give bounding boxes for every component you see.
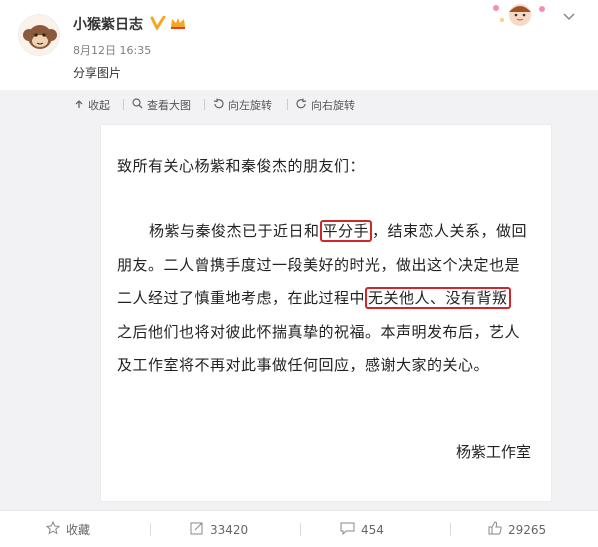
magnifier-icon bbox=[132, 98, 143, 112]
chevron-down-icon[interactable] bbox=[563, 10, 575, 24]
post-header: 小猴紫日志 8月12日 16:35 分享图片 bbox=[0, 0, 598, 90]
statement-text: ，结束恋人关系，做回 bbox=[372, 222, 528, 240]
post-actions: 收藏 33420 454 29265 bbox=[0, 510, 598, 547]
monkey-avatar-icon bbox=[23, 25, 57, 49]
like-button[interactable]: 29265 bbox=[488, 521, 546, 538]
statement-body: 杨紫与秦俊杰已于近日和 平分手 ，结束恋人关系，做回 朋友。二人曾携手度过一段美好的… bbox=[117, 215, 537, 383]
footer-divider bbox=[150, 523, 151, 536]
rotate-right-icon bbox=[296, 98, 307, 112]
star-icon bbox=[45, 520, 61, 538]
post-time[interactable]: 8月12日 16:35 bbox=[73, 42, 151, 58]
decoration-sticker-icon bbox=[490, 0, 550, 30]
user-name[interactable]: 小猴紫日志 bbox=[73, 14, 143, 34]
like-count: 29265 bbox=[508, 522, 547, 537]
media-viewer: 收起 查看大图 向左旋转 向右旋转 致所有关心杨紫和秦俊杰的朋友们： 杨紫与秦俊… bbox=[0, 90, 598, 510]
view-large-label: 查看大图 bbox=[147, 99, 191, 112]
collapse-label: 收起 bbox=[88, 99, 110, 112]
view-large-button[interactable]: 查看大图 bbox=[132, 97, 191, 113]
toolbar-divider bbox=[287, 99, 288, 110]
repost-count: 33420 bbox=[210, 522, 249, 537]
comment-count: 454 bbox=[361, 522, 384, 537]
statement-text: 二人经过了慎重地考虑，在此过程中 bbox=[117, 289, 366, 308]
thumbs-up-icon bbox=[488, 521, 502, 538]
favorite-label: 收藏 bbox=[66, 523, 91, 537]
comment-button[interactable]: 454 bbox=[340, 521, 384, 538]
rotate-right-button[interactable]: 向右旋转 bbox=[296, 97, 355, 113]
rotate-right-label: 向右旋转 bbox=[311, 99, 355, 112]
highlight-box: 平分手 bbox=[319, 220, 373, 242]
statement-image[interactable]: 致所有关心杨紫和秦俊杰的朋友们： 杨紫与秦俊杰已于近日和 平分手 ，结束恋人关系，做… bbox=[100, 124, 552, 502]
toolbar-divider bbox=[123, 99, 124, 110]
statement-line-5: 及工作室将不再对此事做任何回应，感谢大家的关心。 bbox=[117, 356, 490, 375]
collapse-button[interactable]: 收起 bbox=[74, 97, 110, 113]
repost-button[interactable]: 33420 bbox=[190, 521, 248, 538]
highlight-box: 无关他人、没有背叛 bbox=[365, 287, 511, 310]
statement-text: 杨紫与秦俊杰已于近日和 bbox=[149, 222, 320, 240]
avatar[interactable] bbox=[18, 14, 60, 56]
verified-v-icon bbox=[150, 15, 166, 34]
footer-divider bbox=[300, 523, 301, 536]
rotate-left-label: 向左旋转 bbox=[228, 99, 272, 112]
vip-crown-icon bbox=[170, 15, 186, 34]
footer-divider bbox=[450, 523, 451, 536]
repost-icon bbox=[190, 521, 204, 538]
statement-line-3: 二人经过了慎重地考虑，在此过程中 无关他人、没有背叛 bbox=[117, 282, 537, 316]
statement-greeting: 致所有关心杨紫和秦俊杰的朋友们： bbox=[117, 157, 366, 175]
favorite-button[interactable]: 收藏 bbox=[45, 520, 91, 538]
statement-signature: 杨紫工作室 bbox=[455, 443, 531, 461]
post-text: 分享图片 bbox=[73, 66, 122, 80]
rotate-left-button[interactable]: 向左旋转 bbox=[213, 97, 272, 113]
comment-icon bbox=[340, 521, 355, 538]
statement-line-1: 杨紫与秦俊杰已于近日和 平分手 ，结束恋人关系，做回 bbox=[117, 215, 537, 249]
statement-line-4: 之后他们也将对彼此怀揣真挚的祝福。本声明发布后，艺人 bbox=[117, 322, 521, 341]
statement-line-2: 朋友。二人曾携手度过一段美好的时光，做出这个决定也是 bbox=[117, 255, 521, 274]
rotate-left-icon bbox=[213, 98, 224, 112]
media-toolbar: 收起 查看大图 向左旋转 向右旋转 bbox=[0, 90, 598, 118]
arrow-up-icon bbox=[74, 99, 84, 112]
toolbar-divider bbox=[204, 99, 205, 110]
